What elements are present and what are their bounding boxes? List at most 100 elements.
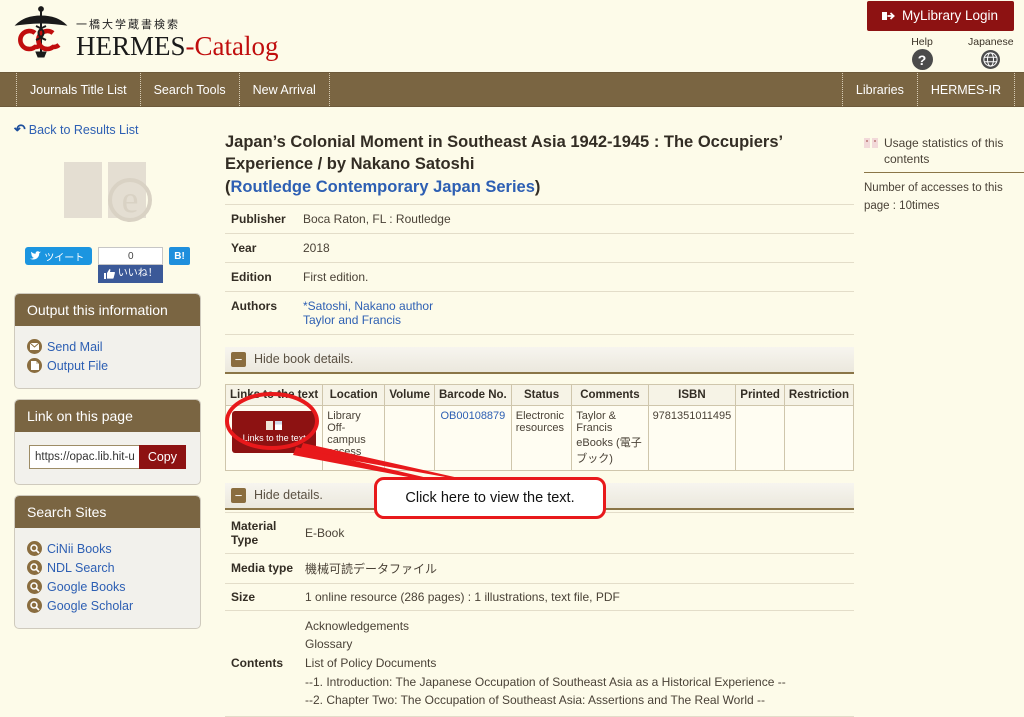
search-site-cinii-books[interactable]: CiNii Books bbox=[27, 541, 188, 556]
column-header-location: Location bbox=[322, 383, 386, 406]
column-header-comments: Comments bbox=[571, 383, 649, 406]
ebook-placeholder-icon: e bbox=[58, 156, 158, 224]
help-label: Help bbox=[911, 36, 933, 48]
authors-key: Authors bbox=[225, 290, 297, 335]
author-link[interactable]: Taylor and Francis bbox=[303, 313, 848, 327]
meta-value: Boca Raton, FL : Routledge bbox=[297, 203, 854, 234]
authors-value: *Satoshi, Nakano author Taylor and Franc… bbox=[297, 290, 854, 335]
nav-item-libraries[interactable]: Libraries bbox=[841, 73, 918, 106]
contents-line: Acknowledgements bbox=[305, 618, 410, 633]
japanese-label: Japanese bbox=[968, 36, 1014, 48]
holdings-cell-location: Library Off-campus access bbox=[322, 404, 386, 471]
table-row: Publisher Boca Raton, FL : Routledge bbox=[225, 203, 854, 234]
search-site-label: NDL Search bbox=[47, 560, 115, 575]
contents-line: --2. Chapter Two: The Occupation of Sout… bbox=[305, 693, 766, 708]
send-mail-link[interactable]: Send Mail bbox=[27, 339, 188, 354]
record-details-table: Material Type E-Book Media type 機械可読データフ… bbox=[225, 511, 854, 717]
usage-statistics-sidebar: Usage statistics of this contents Number… bbox=[864, 111, 1024, 717]
japanese-language-link[interactable]: Japanese bbox=[968, 36, 1014, 73]
table-row: Links to the text Library Off-campus acc… bbox=[224, 404, 855, 471]
logo-catalog: Catalog bbox=[194, 30, 279, 61]
detail-key: Size bbox=[225, 582, 299, 611]
output-information-panel: Output this information Send Mail Output… bbox=[14, 293, 201, 389]
tweet-label: ツイート bbox=[44, 252, 85, 264]
logo-hermes: HERMES bbox=[76, 30, 186, 61]
search-icon bbox=[27, 598, 42, 613]
table-row: Contents Acknowledgements Glossary List … bbox=[225, 609, 854, 717]
open-book-icon bbox=[266, 420, 283, 431]
barcode-link[interactable]: OB00108879 bbox=[439, 410, 507, 422]
column-header-isbn: ISBN bbox=[647, 383, 737, 406]
nav-item-journals-title-list[interactable]: Journals Title List bbox=[16, 73, 141, 106]
permalink-row: Copy bbox=[27, 441, 188, 473]
search-site-google-books[interactable]: Google Books bbox=[27, 579, 188, 594]
search-site-label: Google Scholar bbox=[47, 598, 134, 613]
social-share-buttons: ツイート 0 いいね！ B! bbox=[0, 247, 215, 283]
column-header-volume: Volume bbox=[384, 383, 435, 406]
search-site-label: Google Books bbox=[47, 579, 126, 594]
thumbs-up-icon bbox=[103, 269, 115, 279]
mylibrary-login-label: MyLibrary Login bbox=[901, 8, 998, 23]
output-panel-body: Send Mail Output File bbox=[15, 326, 200, 388]
annotation-callout-text: Click here to view the text. bbox=[405, 490, 575, 506]
mylibrary-login-button[interactable]: MyLibrary Login bbox=[866, 1, 1014, 31]
detail-key: Media type bbox=[225, 552, 299, 584]
contents-line: --1. Introduction: The Japanese Occupati… bbox=[305, 674, 786, 689]
table-row: Edition First edition. bbox=[225, 261, 854, 292]
search-site-google-scholar[interactable]: Google Scholar bbox=[27, 598, 188, 613]
output-file-label: Output File bbox=[47, 358, 109, 373]
column-header-barcode-no: Barcode No. bbox=[434, 383, 512, 406]
author-link[interactable]: *Satoshi, Nakano author bbox=[303, 299, 848, 313]
hide-book-details-toggle[interactable]: − Hide book details. bbox=[225, 346, 854, 374]
logo-wordmark: HERMES-Catalog bbox=[76, 30, 279, 61]
facebook-like-count: 0 bbox=[98, 247, 164, 265]
minus-icon: − bbox=[231, 487, 246, 503]
logo-japanese-tagline: 一橋大学蔵書検索 bbox=[76, 17, 180, 31]
usage-statistics-body: Number of accesses to this page : 10time… bbox=[864, 182, 1003, 212]
column-header-restriction: Restriction bbox=[783, 383, 855, 406]
column-header-printed: Printed bbox=[735, 383, 785, 406]
search-site-ndl-search[interactable]: NDL Search bbox=[27, 560, 188, 575]
help-link[interactable]: Help ? bbox=[900, 36, 944, 73]
record-detail-main: Japan’s Colonial Moment in Southeast Asi… bbox=[215, 111, 864, 717]
page-body: ↶ Back to Results List e ツイート 0 いいね！ B! … bbox=[0, 107, 1024, 717]
nav-left-group: Journals Title List Search Tools New Arr… bbox=[16, 73, 330, 106]
meta-key: Edition bbox=[225, 261, 297, 292]
cover-image-area: e bbox=[0, 138, 215, 233]
logo-dash: - bbox=[185, 30, 195, 61]
main-navigation: Journals Title List Search Tools New Arr… bbox=[0, 72, 1024, 107]
meta-value: First edition. bbox=[297, 261, 854, 292]
column-header-status: Status bbox=[510, 383, 573, 406]
facebook-like-button[interactable]: いいね！ bbox=[98, 265, 164, 283]
twitter-tweet-button[interactable]: ツイート bbox=[25, 247, 93, 265]
send-mail-label: Send Mail bbox=[47, 339, 103, 354]
nav-item-new-arrival[interactable]: New Arrival bbox=[238, 73, 330, 106]
holdings-cell-printed bbox=[735, 404, 785, 471]
record-meta-table: Publisher Boca Raton, FL : Routledge Yea… bbox=[225, 203, 854, 335]
back-to-results-link[interactable]: ↶ Back to Results List bbox=[14, 121, 215, 138]
record-title: Japan’s Colonial Moment in Southeast Asi… bbox=[225, 131, 854, 198]
table-row: Size 1 online resource (286 pages) : 1 i… bbox=[225, 582, 854, 611]
nav-item-search-tools[interactable]: Search Tools bbox=[139, 73, 240, 106]
site-logo[interactable]: 一橋大学蔵書検索 HERMES-Catalog bbox=[12, 4, 279, 62]
column-header-links-to-the-text: Links to the text bbox=[224, 383, 324, 406]
logo-text: 一橋大学蔵書検索 HERMES-Catalog bbox=[76, 16, 279, 60]
nav-item-hermes-ir[interactable]: HERMES-IR bbox=[916, 73, 1015, 106]
usage-statistics-header: Usage statistics of this contents bbox=[864, 135, 1024, 174]
copy-button[interactable]: Copy bbox=[138, 445, 186, 469]
output-file-link[interactable]: Output File bbox=[27, 358, 188, 373]
minus-icon: − bbox=[231, 351, 246, 367]
meta-value: 2018 bbox=[297, 232, 854, 263]
holdings-cell-status: Electronic resources bbox=[510, 404, 573, 471]
header-utility-links: Help ? Japanese bbox=[900, 36, 1014, 73]
links-to-the-text-button[interactable]: Links to the text bbox=[232, 410, 317, 453]
permalink-input[interactable] bbox=[29, 445, 139, 469]
hatena-bookmark-button[interactable]: B! bbox=[169, 247, 190, 265]
globe-icon bbox=[980, 50, 1001, 73]
svg-text:e: e bbox=[121, 179, 138, 221]
link-on-this-page-panel: Link on this page Copy bbox=[14, 399, 201, 485]
series-link[interactable]: Routledge Contemporary Japan Series bbox=[231, 178, 535, 196]
table-header-row: Links to the text Location Volume Barcod… bbox=[224, 383, 855, 406]
holdings-cell-links: Links to the text bbox=[224, 404, 324, 471]
contents-line: Glossary bbox=[305, 637, 353, 652]
